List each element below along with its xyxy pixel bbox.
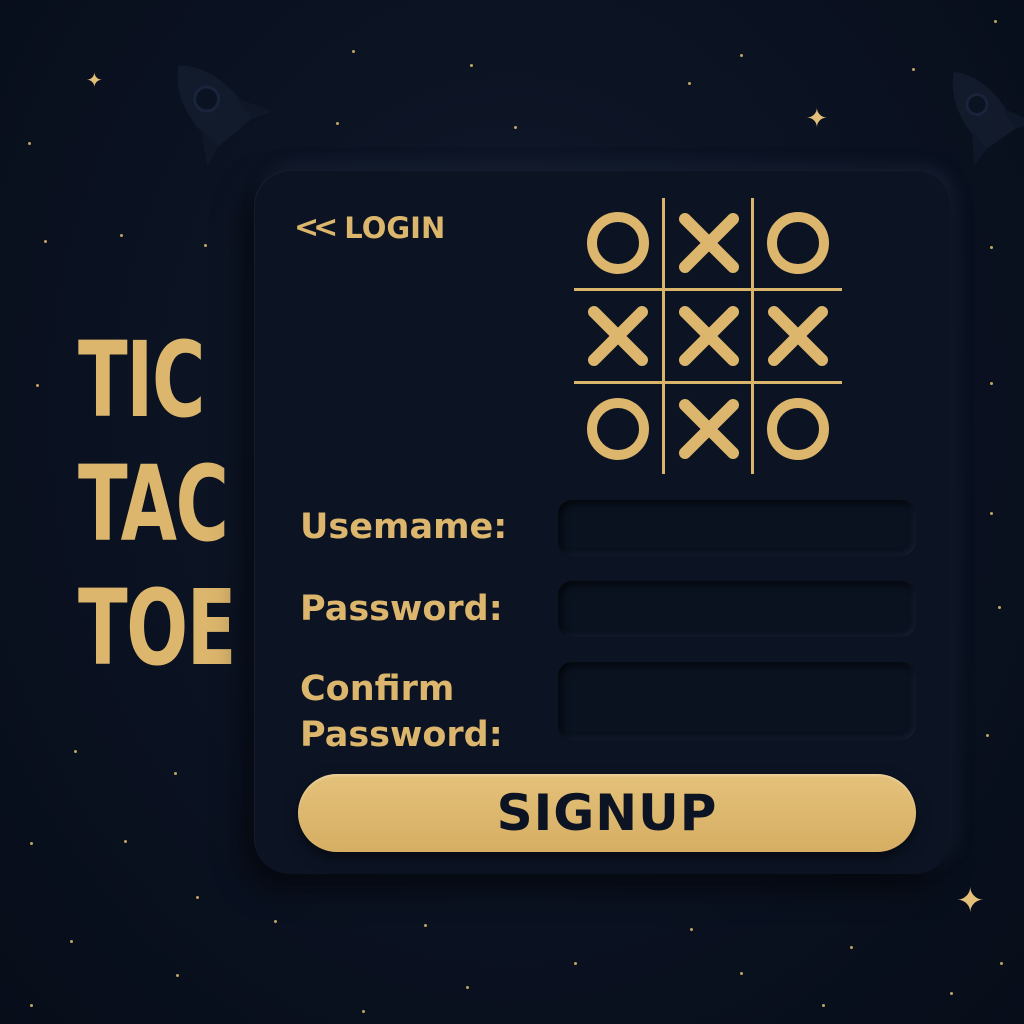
x-mark-icon (679, 306, 739, 366)
star (822, 1004, 825, 1007)
star (196, 896, 199, 899)
star (74, 750, 77, 753)
star (352, 50, 355, 53)
star (204, 244, 207, 247)
board-cell[interactable] (665, 384, 753, 474)
star (176, 974, 179, 977)
rocket-icon (952, 71, 1024, 166)
star (994, 20, 997, 23)
star (850, 946, 853, 949)
sparkle-icon: ✦ (86, 68, 103, 92)
title-line: TOE (78, 567, 236, 689)
star (36, 384, 39, 387)
login-label: LOGIN (344, 210, 446, 245)
star (120, 234, 123, 237)
username-label: Usemame: (300, 507, 508, 547)
star (424, 924, 427, 927)
star (990, 512, 993, 515)
login-link[interactable]: << LOGIN (294, 210, 445, 245)
game-title: TIC TAC TOE (78, 318, 236, 690)
star (274, 920, 277, 923)
board-cell[interactable] (574, 198, 662, 288)
star (30, 1004, 33, 1007)
star (990, 382, 993, 385)
o-mark-icon (587, 398, 649, 460)
board-cell[interactable] (754, 384, 842, 474)
star (574, 962, 577, 965)
star (44, 240, 47, 243)
password-input[interactable] (558, 581, 916, 637)
username-input[interactable] (558, 500, 916, 556)
star (124, 840, 127, 843)
o-mark-icon (767, 212, 829, 274)
board-cell[interactable] (754, 291, 842, 381)
double-chevron-left-icon: << (294, 210, 338, 245)
star (986, 734, 989, 737)
star (690, 928, 693, 931)
star (28, 142, 31, 145)
star (740, 972, 743, 975)
signup-panel: << LOGIN Usemame: Password: Confirm Pass… (254, 170, 950, 874)
star (1000, 962, 1003, 965)
sparkle-icon: ✦ (956, 881, 985, 921)
star (740, 54, 743, 57)
board-cell[interactable] (754, 198, 842, 288)
star (70, 940, 73, 943)
confirm-label-line: Password: (300, 715, 503, 755)
star (688, 82, 691, 85)
confirm-password-input[interactable] (558, 662, 916, 740)
star (998, 606, 1001, 609)
confirm-password-label: Confirm Password: (300, 666, 503, 758)
star (950, 992, 953, 995)
rocket-icon (177, 65, 274, 167)
star (336, 122, 339, 125)
star (362, 1010, 365, 1013)
sparkle-icon: ✦ (806, 104, 828, 134)
star (990, 246, 993, 249)
board-cell[interactable] (665, 291, 753, 381)
x-mark-icon (588, 306, 648, 366)
o-mark-icon (767, 398, 829, 460)
star (466, 986, 469, 989)
star (30, 842, 33, 845)
board-cell[interactable] (665, 198, 753, 288)
board-cell[interactable] (574, 384, 662, 474)
title-line: TAC (78, 443, 229, 565)
x-mark-icon (679, 399, 739, 459)
star (470, 64, 473, 67)
x-mark-icon (768, 306, 828, 366)
signup-button[interactable]: SIGNUP (298, 774, 916, 852)
password-label: Password: (300, 589, 503, 629)
star (174, 772, 177, 775)
star (514, 126, 517, 129)
o-mark-icon (587, 212, 649, 274)
title-line: TIC (78, 319, 205, 441)
confirm-label-line: Confirm (300, 669, 455, 709)
star (912, 68, 915, 71)
board-cell[interactable] (574, 291, 662, 381)
tic-tac-toe-board (574, 198, 842, 474)
x-mark-icon (679, 213, 739, 273)
